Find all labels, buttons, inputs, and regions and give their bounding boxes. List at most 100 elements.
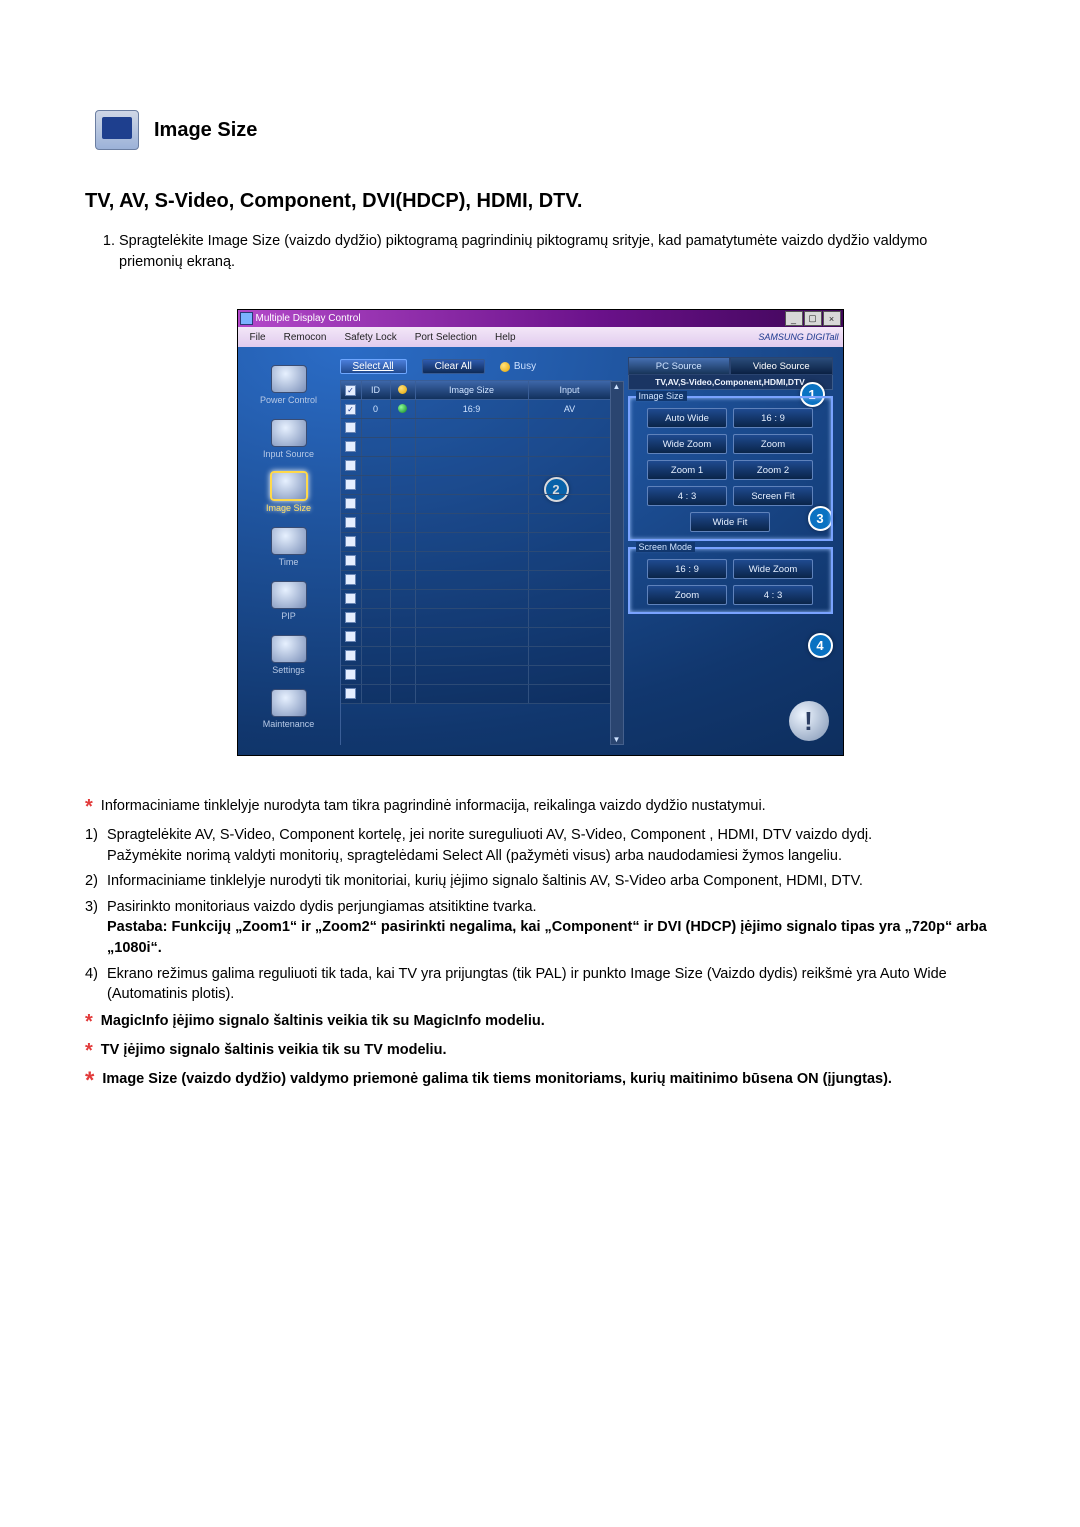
menu-file[interactable]: File	[242, 330, 274, 345]
col-id: ID	[361, 381, 390, 400]
menu-help[interactable]: Help	[487, 330, 524, 345]
btn-zoom[interactable]: Zoom	[733, 434, 813, 454]
titlebar: Multiple Display Control _ ▢ ×	[238, 310, 843, 327]
cell-id: 0	[361, 400, 390, 419]
btn-sm-zoom[interactable]: Zoom	[647, 585, 727, 605]
star-icon: *	[85, 1040, 93, 1063]
table-row[interactable]	[341, 571, 612, 590]
table-row[interactable]: 0 16:9 AV	[341, 400, 612, 419]
table-row[interactable]	[341, 666, 612, 685]
cell-image-size: 16:9	[415, 400, 528, 419]
sidebar-item-time[interactable]: Time	[253, 519, 325, 567]
btn-4-3[interactable]: 4 : 3	[647, 486, 727, 506]
table-row[interactable]	[341, 552, 612, 571]
btn-zoom1[interactable]: Zoom 1	[647, 460, 727, 480]
col-image-size: Image Size	[415, 381, 528, 400]
sidebar-item-settings[interactable]: Settings	[253, 627, 325, 675]
note-text: Spragtelėkite AV, S-Video, Component kor…	[107, 827, 872, 843]
maximize-button[interactable]: ▢	[804, 311, 822, 326]
sidebar-item-pip[interactable]: PIP	[253, 573, 325, 621]
cell-input: AV	[528, 400, 611, 419]
busy-label: Busy	[514, 361, 536, 372]
notes: * Informaciniame tinklelyje nurodyta tam…	[85, 796, 995, 1093]
table-row[interactable]	[341, 438, 612, 457]
close-button[interactable]: ×	[823, 311, 841, 326]
table-row[interactable]	[341, 419, 612, 438]
btn-auto-wide[interactable]: Auto Wide	[647, 408, 727, 428]
busy-indicator: Busy	[500, 361, 536, 372]
sidebar-item-maintenance[interactable]: Maintenance	[253, 681, 325, 729]
intro-list: Spragtelėkite Image Size (vaizdo dydžio)…	[103, 231, 995, 273]
brand-label: SAMSUNG DIGITall	[758, 332, 838, 342]
table-row[interactable]	[341, 495, 612, 514]
note-intro: Informaciniame tinklelyje nurodyta tam t…	[101, 796, 766, 817]
sidebar-label: Power Control	[260, 395, 317, 405]
btn-sm-wide-zoom[interactable]: Wide Zoom	[733, 559, 813, 579]
table-row[interactable]	[341, 514, 612, 533]
sidebar-label: Settings	[272, 665, 305, 675]
table-row[interactable]	[341, 685, 612, 704]
star-icon: *	[85, 1069, 94, 1093]
btn-zoom2[interactable]: Zoom 2	[733, 460, 813, 480]
sidebar-label: Image Size	[266, 503, 311, 513]
sidebar-label: Time	[279, 557, 299, 567]
busy-icon	[500, 362, 510, 372]
table-row[interactable]	[341, 628, 612, 647]
callout-4: 4	[808, 633, 833, 658]
info-icon: !	[789, 701, 829, 741]
menu-safety-lock[interactable]: Safety Lock	[336, 330, 404, 345]
note-text: Informaciniame tinklelyje nurodyti tik m…	[107, 871, 863, 892]
btn-wide-zoom[interactable]: Wide Zoom	[647, 434, 727, 454]
table-row[interactable]	[341, 609, 612, 628]
star-icon: *	[85, 1011, 93, 1034]
btn-sm-16-9[interactable]: 16 : 9	[647, 559, 727, 579]
group-label: Screen Mode	[636, 542, 696, 552]
section-title: Image Size	[154, 119, 257, 142]
note-magicinfo: MagicInfo įėjimo signalo šaltinis veikia…	[101, 1011, 545, 1032]
tab-video-source[interactable]: Video Source	[730, 357, 833, 375]
btn-screen-fit[interactable]: Screen Fit	[733, 486, 813, 506]
clear-all-button[interactable]: Clear All	[422, 359, 485, 374]
select-all-button[interactable]: Select All	[340, 359, 407, 374]
intro-item: Spragtelėkite Image Size (vaizdo dydžio)…	[119, 231, 995, 273]
status-header-icon	[398, 385, 407, 394]
note-text: Pažymėkite norimą valdyti monitorių, spr…	[107, 848, 842, 864]
header-checkbox[interactable]	[345, 385, 356, 396]
group-screen-mode: Screen Mode 16 : 9 Wide Zoom Zoom 4 : 3	[628, 547, 833, 614]
btn-wide-fit[interactable]: Wide Fit	[690, 512, 770, 532]
display-grid: ID Image Size Input 0 16:9 AV	[340, 380, 612, 745]
list-item: 4) Ekrano režimus galima reguliuoti tik …	[85, 964, 995, 1005]
menu-remocon[interactable]: Remocon	[276, 330, 335, 345]
col-input: Input	[528, 381, 611, 400]
sidebar-item-image-size[interactable]: Image Size	[253, 465, 325, 513]
group-label: Image Size	[636, 391, 687, 401]
table-row[interactable]	[341, 590, 612, 609]
note-text: Pasirinkto monitoriaus vaizdo dydis perj…	[107, 899, 537, 915]
sidebar: Power Control Input Source Image Size Ti…	[243, 357, 335, 745]
table-row[interactable]	[341, 533, 612, 552]
btn-16-9[interactable]: 16 : 9	[733, 408, 813, 428]
btn-sm-4-3[interactable]: 4 : 3	[733, 585, 813, 605]
group-image-size: Image Size Auto Wide 16 : 9 Wide Zoom Zo…	[628, 396, 833, 541]
sidebar-item-power-control[interactable]: Power Control	[253, 357, 325, 405]
list-item: 2) Informaciniame tinklelyje nurodyti ti…	[85, 871, 995, 892]
subheading: TV, AV, S-Video, Component, DVI(HDCP), H…	[85, 190, 995, 213]
app-window: Multiple Display Control _ ▢ × File Remo…	[237, 309, 844, 756]
menu-port-selection[interactable]: Port Selection	[407, 330, 485, 345]
section-icon	[95, 110, 139, 150]
sidebar-label: Maintenance	[263, 719, 315, 729]
minimize-button[interactable]: _	[785, 311, 803, 326]
note-pastaba: Pastaba: Funkcijų „Zoom1“ ir „Zoom2“ pas…	[107, 919, 987, 956]
table-row[interactable]	[341, 476, 612, 495]
scrollbar[interactable]	[610, 381, 624, 745]
row-checkbox[interactable]	[345, 404, 356, 415]
status-icon	[398, 404, 407, 413]
tab-pc-source[interactable]: PC Source	[628, 357, 731, 375]
menubar: File Remocon Safety Lock Port Selection …	[238, 327, 843, 347]
star-icon: *	[85, 796, 93, 819]
table-row[interactable]	[341, 457, 612, 476]
window-title: Multiple Display Control	[256, 313, 361, 324]
table-row[interactable]	[341, 647, 612, 666]
note-text: Ekrano režimus galima reguliuoti tik tad…	[107, 964, 995, 1005]
sidebar-item-input-source[interactable]: Input Source	[253, 411, 325, 459]
